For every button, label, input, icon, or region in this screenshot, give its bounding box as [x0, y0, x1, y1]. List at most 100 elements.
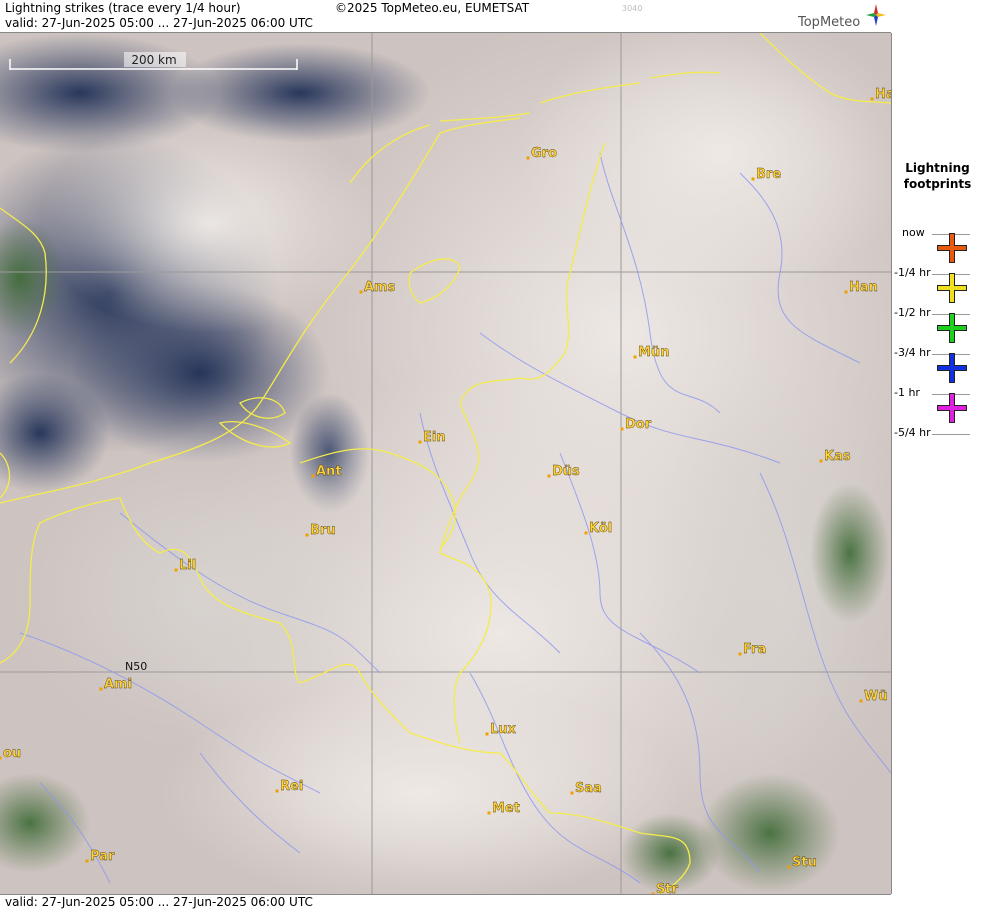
city-marker: Ams: [359, 280, 396, 295]
city-label: Lil: [179, 558, 196, 573]
city-label: ou: [3, 746, 21, 761]
city-label: Ami: [104, 677, 132, 692]
city-marker: Gro: [526, 146, 557, 161]
lightning-cross-icon: [937, 313, 967, 343]
lightning-cross-icon: [937, 393, 967, 423]
city-marker: Dor: [620, 417, 652, 432]
city-dot: [844, 290, 848, 294]
city-dot: [547, 474, 551, 478]
city-label: Bre: [756, 167, 781, 182]
city-label: Saa: [575, 781, 602, 796]
map-canvas: 200 km N50 Gro Bre Ha Ams Han Mün Dor Ein Ant Düs…: [0, 33, 891, 894]
legend-label: now: [902, 226, 925, 239]
city-marker: Düs: [547, 464, 580, 479]
city-label: Met: [492, 801, 520, 816]
legend-label: -1/4 hr: [894, 266, 931, 279]
city-dot: [0, 756, 2, 760]
city-dot: [787, 865, 791, 869]
latitude-label: N50: [125, 660, 147, 673]
city-marker: Han: [844, 280, 878, 295]
topmeteo-logo[interactable]: TopMeteo: [796, 4, 888, 32]
city-marker: Lux: [485, 722, 517, 737]
stamp-text: 3040: [622, 4, 643, 13]
city-label: Kas: [824, 449, 851, 464]
city-marker: Str: [651, 882, 679, 894]
city-label: Ant: [316, 464, 342, 479]
city-marker: Ein: [418, 430, 446, 445]
header-bar: Lightning strikes (trace every 1/4 hour)…: [0, 0, 891, 33]
legend-divider: [932, 434, 970, 435]
legend-label: -1/2 hr: [894, 306, 931, 319]
city-label: Köl: [589, 521, 612, 536]
city-label: Ams: [364, 280, 396, 295]
city-marker: Par: [85, 849, 115, 864]
legend-row: -3/4 hr: [892, 346, 983, 386]
city-label: Stu: [792, 855, 817, 870]
footer-bar: valid: 27-Jun-2025 05:00 ... 27-Jun-2025…: [0, 894, 891, 910]
city-label: Lux: [490, 722, 517, 737]
city-label: Ha: [875, 87, 891, 102]
city-marker: Köl: [584, 521, 612, 536]
city-dot: [418, 440, 422, 444]
lightning-cross-icon: [937, 353, 967, 383]
legend-row: -1/4 hr: [892, 266, 983, 306]
city-marker: Stu: [787, 855, 817, 870]
city-label: Par: [90, 849, 115, 864]
city-dot: [738, 652, 742, 656]
city-dot: [870, 97, 874, 101]
city-label: Rei: [280, 779, 303, 794]
city-marker: ou: [0, 746, 21, 761]
city-dot: [570, 791, 574, 795]
city-dot: [174, 568, 178, 572]
city-label: Düs: [552, 464, 580, 479]
city-dot: [485, 732, 489, 736]
city-marker: Met: [487, 801, 520, 816]
city-marker: Wü: [859, 689, 888, 704]
legend-row: -1 hr: [892, 386, 983, 426]
city-dot: [633, 355, 637, 359]
city-dot: [751, 177, 755, 181]
legend-title: Lightning footprints: [892, 160, 983, 192]
city-marker: Kas: [819, 449, 851, 464]
city-marker: Ant: [311, 464, 342, 479]
city-label: Fra: [743, 642, 766, 657]
lightning-map[interactable]: 200 km N50 Gro Bre Ha Ams Han Mün Dor Ein Ant Düs…: [0, 33, 892, 894]
city-marker: Bre: [751, 167, 782, 182]
city-label: Han: [849, 280, 878, 295]
city-marker: Bru: [305, 523, 336, 538]
city-dot: [359, 290, 363, 294]
city-label: Str: [656, 882, 679, 894]
legend-label: -3/4 hr: [894, 346, 931, 359]
city-label: Dor: [625, 417, 652, 432]
map-title: Lightning strikes (trace every 1/4 hour): [5, 1, 241, 15]
logo-text: TopMeteo: [798, 15, 861, 30]
city-marker: Fra: [738, 642, 766, 657]
copyright-text: ©2025 TopMeteo.eu, EUMETSAT: [335, 1, 530, 15]
city-marker: Ami: [99, 677, 132, 692]
city-dot: [311, 474, 315, 478]
city-dot: [584, 531, 588, 535]
city-marker: Saa: [570, 781, 602, 796]
city-dot: [85, 859, 89, 863]
legend-title-line1: Lightning: [905, 161, 970, 175]
city-label: Gro: [531, 146, 557, 161]
compass-star-icon: [866, 4, 886, 26]
city-dot: [487, 811, 491, 815]
scale-label: 200 km: [131, 53, 176, 67]
city-marker: Mün: [633, 345, 670, 360]
city-label: Wü: [864, 689, 888, 704]
legend-row: -1/2 hr: [892, 306, 983, 346]
city-dot: [859, 699, 863, 703]
city-dot: [99, 687, 103, 691]
legend-title-line2: footprints: [903, 177, 972, 191]
valid-time-bottom: valid: 27-Jun-2025 05:00 ... 27-Jun-2025…: [5, 895, 313, 909]
city-dot: [620, 427, 624, 431]
legend-row: -5/4 hr: [892, 426, 983, 466]
city-label: Mün: [638, 345, 669, 360]
lightning-cross-icon: [937, 273, 967, 303]
lightning-cross-icon: [937, 233, 967, 263]
legend-label: -5/4 hr: [894, 426, 931, 439]
valid-time-top: valid: 27-Jun-2025 05:00 ... 27-Jun-2025…: [5, 16, 313, 30]
city-label: Ein: [423, 430, 446, 445]
legend-label: -1 hr: [894, 386, 920, 399]
